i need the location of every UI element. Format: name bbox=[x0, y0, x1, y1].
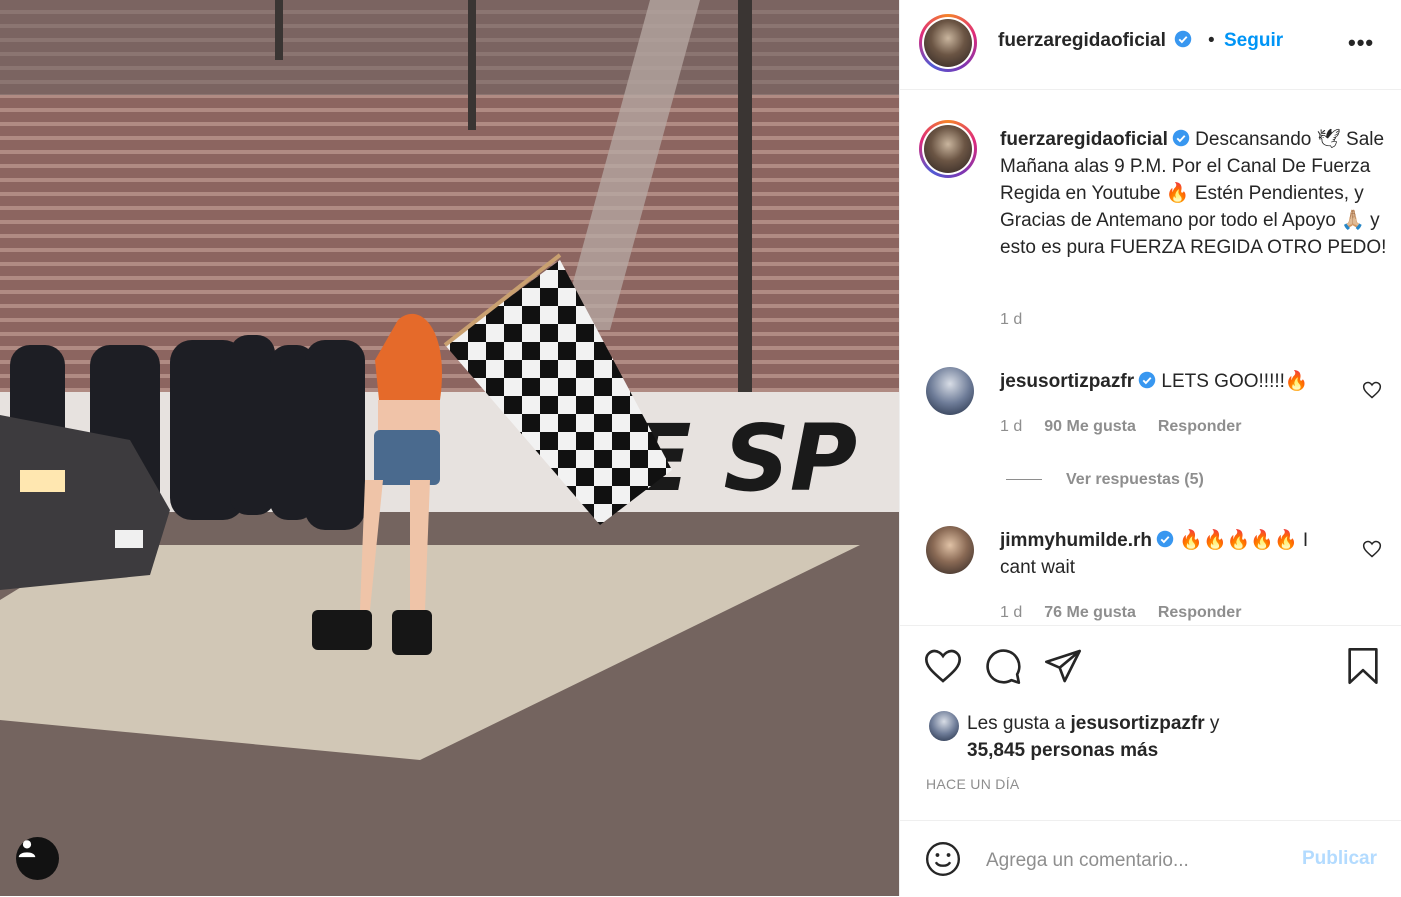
tagged-users-button[interactable] bbox=[16, 837, 59, 880]
view-replies-label: Ver respuestas (5) bbox=[1066, 471, 1204, 488]
commenter-avatar[interactable] bbox=[926, 526, 974, 574]
photo-scene: LE SP bbox=[0, 0, 899, 896]
caption-username[interactable]: fuerzaregidaoficial bbox=[1000, 129, 1168, 150]
reply-button[interactable]: Responder bbox=[1158, 604, 1242, 621]
comment-meta: 1 d 90 Me gusta Responder bbox=[1000, 418, 1241, 436]
post-timestamp[interactable]: HACE UN DÍA bbox=[926, 776, 1020, 792]
comment-time: 1 d bbox=[1000, 418, 1023, 435]
caption: fuerzaregidaoficial Descansando 🕊 Sale M… bbox=[1000, 126, 1390, 261]
user-icon bbox=[18, 840, 36, 858]
verified-badge-icon bbox=[1175, 30, 1192, 48]
post-header: fuerzaregidaoficial • Seguir ••• bbox=[900, 0, 1401, 90]
reply-button[interactable]: Responder bbox=[1158, 418, 1242, 435]
commenter-avatar[interactable] bbox=[926, 367, 974, 415]
likes-prefix: Les gusta a bbox=[967, 713, 1066, 734]
heart-icon[interactable] bbox=[923, 646, 963, 686]
bookmark-icon[interactable] bbox=[1343, 646, 1383, 686]
commenter-username[interactable]: jimmyhumilde.rh bbox=[1000, 530, 1152, 551]
verified-badge-icon bbox=[1172, 129, 1190, 147]
likes-count[interactable]: 35,845 personas más bbox=[967, 740, 1158, 761]
comments-list[interactable]: fuerzaregidaoficial Descansando 🕊 Sale M… bbox=[900, 90, 1401, 625]
author-avatar[interactable] bbox=[919, 14, 977, 72]
comment-icon[interactable] bbox=[983, 646, 1023, 686]
comment-likes[interactable]: 76 Me gusta bbox=[1044, 604, 1136, 621]
comment-time: 1 d bbox=[1000, 604, 1023, 621]
post-side-panel: fuerzaregidaoficial • Seguir ••• fuerzar… bbox=[899, 0, 1401, 896]
comment-meta: 1 d 76 Me gusta Responder bbox=[1000, 604, 1241, 622]
verified-badge-icon bbox=[1156, 530, 1174, 548]
likes-summary: Les gusta a jesusortizpazfr y 35,845 per… bbox=[967, 710, 1219, 764]
comment-text: jesusortizpazfr LETS GOO!!!!!🔥 bbox=[1000, 368, 1330, 395]
comment-like-icon[interactable] bbox=[1362, 539, 1382, 559]
post-photo[interactable]: LE SP bbox=[0, 0, 899, 896]
more-options-button[interactable]: ••• bbox=[1348, 30, 1374, 56]
caption-time: 1 d bbox=[1000, 311, 1023, 328]
separator-dot: • bbox=[1208, 30, 1215, 51]
share-icon[interactable] bbox=[1043, 646, 1083, 686]
comment-like-icon[interactable] bbox=[1362, 380, 1382, 400]
likes-conj: y bbox=[1209, 713, 1220, 734]
follow-button[interactable]: Seguir bbox=[1224, 30, 1283, 52]
comment-input[interactable] bbox=[984, 840, 1298, 882]
liker-avatar[interactable] bbox=[929, 711, 959, 741]
comment-text: jimmyhumilde.rh 🔥🔥🔥🔥🔥 I cant wait bbox=[1000, 527, 1330, 581]
view-replies-button[interactable]: Ver respuestas (5) bbox=[1006, 471, 1204, 489]
emoji-icon[interactable] bbox=[924, 840, 962, 878]
comment-body: LETS GOO!!!!!🔥 bbox=[1161, 371, 1309, 392]
author-username[interactable]: fuerzaregidaoficial bbox=[998, 30, 1166, 51]
liker-username[interactable]: jesusortizpazfr bbox=[1071, 713, 1205, 734]
caption-avatar[interactable] bbox=[919, 120, 977, 178]
comment-likes[interactable]: 90 Me gusta bbox=[1044, 418, 1136, 435]
verified-badge-icon bbox=[1138, 371, 1156, 389]
publish-button[interactable]: Publicar bbox=[1302, 848, 1377, 870]
commenter-username[interactable]: jesusortizpazfr bbox=[1000, 371, 1134, 392]
